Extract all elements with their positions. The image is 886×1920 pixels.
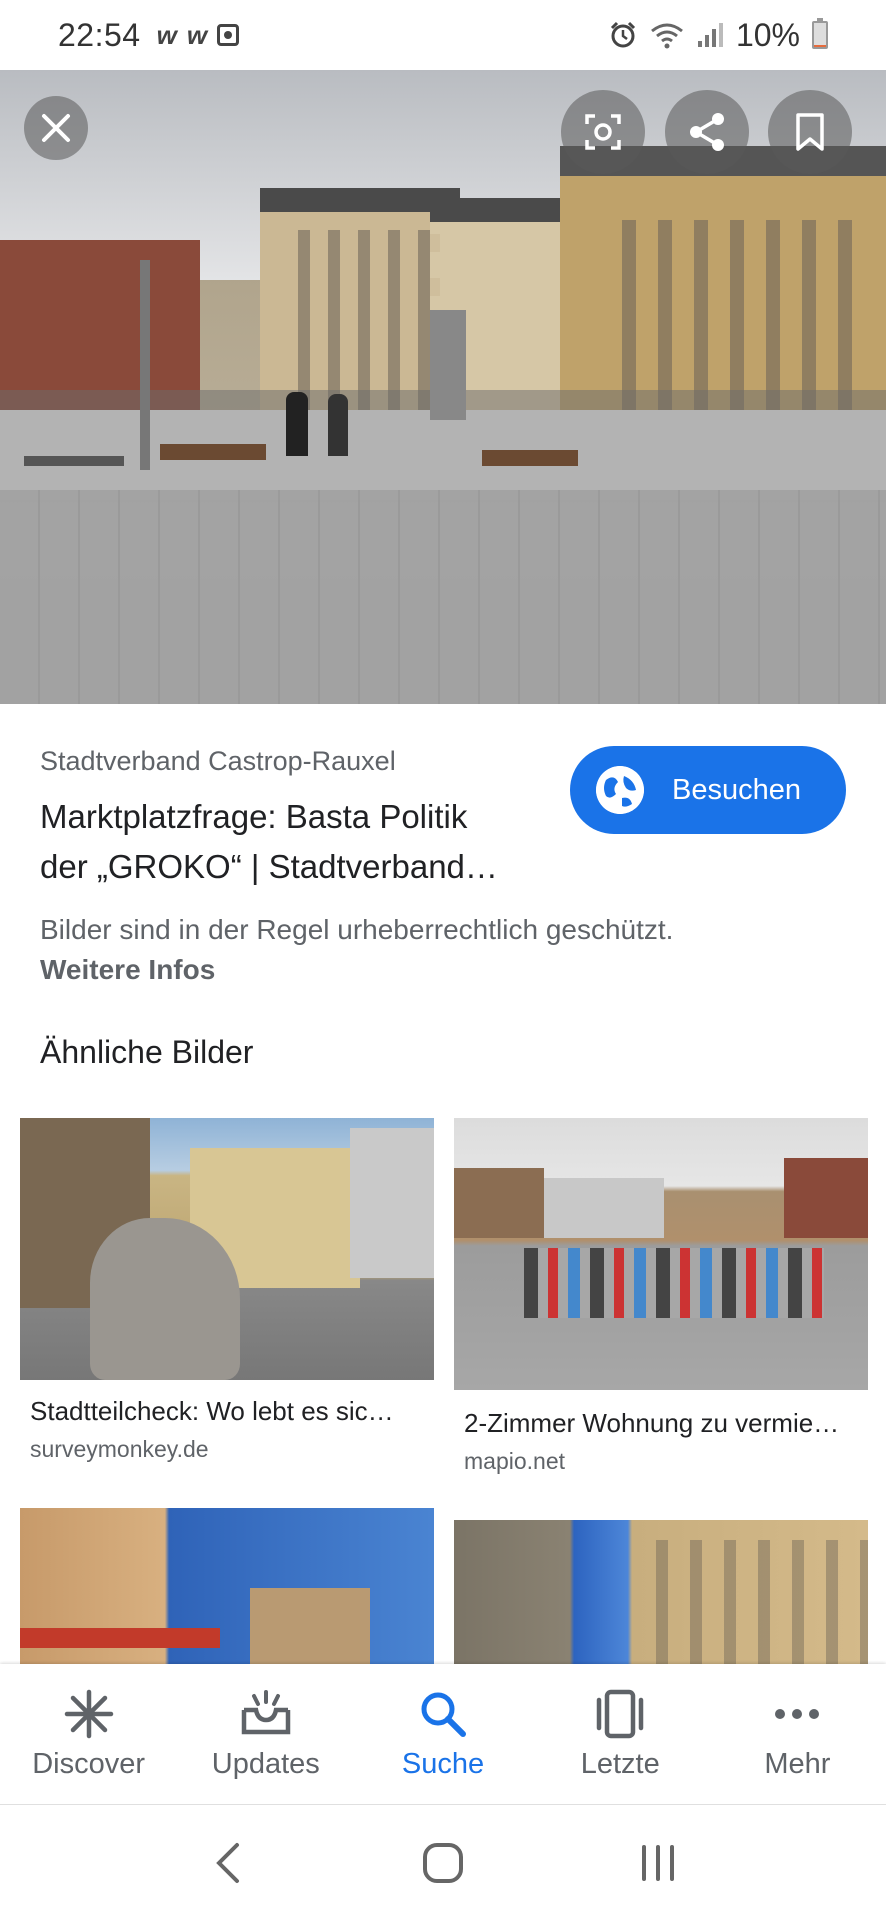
nav-label: Mehr xyxy=(764,1748,831,1780)
visit-label: Besuchen xyxy=(672,773,801,806)
awning xyxy=(20,1628,220,1648)
similar-image-source: mapio.net xyxy=(464,1448,566,1474)
person xyxy=(286,392,308,456)
parked-cars xyxy=(524,1248,824,1318)
bench xyxy=(482,450,578,466)
person xyxy=(328,394,348,456)
pavement xyxy=(0,490,886,704)
windows xyxy=(600,220,870,410)
status-time: 22:54 xyxy=(58,16,141,53)
asterisk-icon xyxy=(59,1686,119,1742)
visit-button[interactable]: Besuchen xyxy=(570,746,846,834)
globe-icon xyxy=(596,766,644,814)
windows xyxy=(280,230,440,410)
signal-icon xyxy=(697,23,723,47)
similar-image-thumbnail xyxy=(454,1520,868,1664)
more-icon xyxy=(767,1686,827,1742)
search-icon xyxy=(413,1686,473,1742)
system-navigation xyxy=(0,1804,886,1920)
back-button[interactable] xyxy=(198,1833,258,1893)
sculpture xyxy=(90,1218,240,1380)
nav-recent[interactable]: Letzte xyxy=(532,1664,709,1804)
recent-icon xyxy=(590,1686,650,1742)
nav-label: Updates xyxy=(211,1748,320,1780)
updates-icon xyxy=(236,1686,296,1742)
close-button[interactable] xyxy=(24,96,88,160)
alarm-icon xyxy=(610,21,636,48)
close-icon xyxy=(42,114,70,142)
nav-discover[interactable]: Discover xyxy=(0,1664,177,1804)
similar-image-title: Stadtteilcheck: Wo lebt es sic… xyxy=(30,1396,394,1426)
nav-label: Suche xyxy=(401,1748,485,1780)
similar-image-card[interactable] xyxy=(20,1508,434,1664)
building xyxy=(544,1178,664,1238)
w-icon: w xyxy=(186,19,208,50)
recents-button[interactable] xyxy=(628,1833,688,1893)
nav-label: Letzte xyxy=(580,1748,660,1780)
title-line: der „GROKO“ | Stadtverband… xyxy=(40,848,498,885)
building xyxy=(350,1128,434,1278)
bottom-navigation: Discover Updates Suche Letzte Mehr xyxy=(0,1664,886,1804)
more-info-link[interactable]: Weitere Infos xyxy=(40,954,215,986)
status-right: 10% xyxy=(608,17,828,54)
w-icon: w xyxy=(156,19,177,50)
similar-image-card[interactable] xyxy=(454,1520,868,1664)
similar-images-heading: Ähnliche Bilder xyxy=(40,1034,254,1070)
similar-image-title: 2-Zimmer Wohnung zu vermie… xyxy=(464,1408,840,1438)
building xyxy=(784,1158,868,1238)
battery-icon xyxy=(812,18,828,49)
similar-image-card[interactable]: Stadtteilcheck: Wo lebt es sic… surveymo… xyxy=(20,1118,434,1468)
pole xyxy=(140,260,150,470)
home-button[interactable] xyxy=(413,1833,473,1893)
nav-updates[interactable]: Updates xyxy=(177,1664,354,1804)
result-title[interactable]: Marktplatzfrage: Basta Politik der „GROK… xyxy=(40,792,540,892)
lens-icon xyxy=(585,114,621,150)
battery-percentage: 10% xyxy=(735,16,800,53)
back-icon xyxy=(215,1842,239,1883)
similar-image-source: surveymonkey.de xyxy=(30,1436,209,1462)
share-icon xyxy=(690,113,724,151)
hero-image[interactable] xyxy=(0,70,886,704)
similar-image-thumbnail xyxy=(20,1508,434,1664)
result-source: Stadtverband Castrop-Rauxel xyxy=(40,746,396,776)
lens-button[interactable] xyxy=(561,90,645,174)
title-line: Marktplatzfrage: Basta Politik xyxy=(40,798,468,835)
similar-image-thumbnail xyxy=(454,1118,868,1390)
roof xyxy=(430,198,570,222)
monument xyxy=(430,310,466,420)
bench xyxy=(24,456,124,466)
nav-search[interactable]: Suche xyxy=(354,1664,531,1804)
home-icon xyxy=(422,1842,463,1883)
similar-image-thumbnail xyxy=(20,1118,434,1380)
nav-label: Discover xyxy=(32,1748,145,1780)
status-bar: 22:54 w w 10% xyxy=(0,0,886,70)
recents-icon xyxy=(642,1844,675,1881)
nav-more[interactable]: Mehr xyxy=(709,1664,886,1804)
copyright-notice: Bilder sind in der Regel urheberrechtlic… xyxy=(40,914,674,945)
wifi-icon xyxy=(651,23,683,49)
plaza xyxy=(0,410,886,500)
bench xyxy=(160,444,266,460)
building xyxy=(454,1168,544,1238)
similar-image-card[interactable]: 2-Zimmer Wohnung zu vermie… mapio.net xyxy=(454,1118,868,1478)
windows xyxy=(634,1540,868,1664)
share-button[interactable] xyxy=(665,90,749,174)
camera-icon xyxy=(217,24,240,46)
bookmark-button[interactable] xyxy=(768,90,852,174)
building xyxy=(250,1588,370,1664)
bookmark-icon xyxy=(796,113,824,151)
notification-icons: w w xyxy=(156,19,240,51)
